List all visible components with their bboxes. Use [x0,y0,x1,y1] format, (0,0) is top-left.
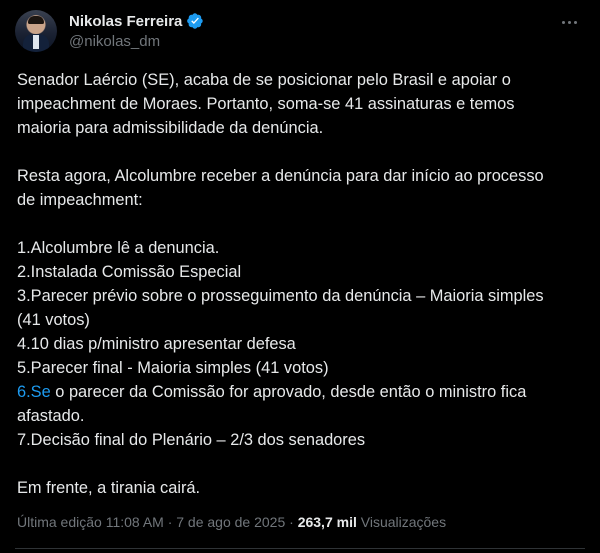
tweet-line: maioria para admissibilidade da denúncia… [17,119,324,137]
divider [15,548,585,549]
list-item: 5.Parecer final - Maioria simples (41 vo… [17,359,329,377]
edited-timestamp[interactable]: Última edição 11:08 AM · 7 de ago de 202… [17,514,298,530]
list-item-continuation: (41 votos) [17,311,90,329]
author-handle[interactable]: @nikolas_dm [69,33,160,50]
views-label: Visualizações [356,514,447,530]
views-count: 263,7 mil [297,514,357,530]
list-item-continuation: afastado. [17,407,85,425]
more-options-icon[interactable] [557,12,581,32]
verified-badge-icon[interactable] [186,12,204,30]
tweet-line: impeachment de Moraes. Portanto, soma-se… [17,95,515,113]
avatar[interactable] [15,10,57,52]
avatar-hair [28,16,44,24]
auto-link[interactable]: 6.Se [17,383,51,401]
tweet-closing: Em frente, a tirania cairá. [17,479,201,497]
list-item: 1.Alcolumbre lê a denuncia. [17,239,220,257]
tweet-line: Resta agora, Alcolumbre receber a denúnc… [17,167,544,185]
author-name-row: Nikolas Ferreira [69,12,204,30]
tweet-text: Senador Laércio (SE), acaba de se posici… [17,68,583,500]
tweet-header: Nikolas Ferreira @nikolas_dm [15,10,585,54]
avatar-shirt [33,35,39,49]
tweet-line: Senador Laércio (SE), acaba de se posici… [17,71,511,89]
list-item: 2.Instalada Comissão Especial [17,263,242,281]
list-item: 3.Parecer prévio sobre o prosseguimento … [17,287,544,305]
list-item-text: o parecer da Comissão for aprovado, desd… [50,383,527,401]
list-item: 7.Decisão final do Plenário – 2/3 dos se… [17,431,366,449]
tweet-meta: Última edição 11:08 AM · 7 de ago de 202… [17,514,446,530]
list-item: 6.Se o parecer da Comissão for aprovado,… [17,380,583,404]
list-item: 4.10 dias p/ministro apresentar defesa [17,335,296,353]
author-name[interactable]: Nikolas Ferreira [69,13,182,30]
tweet-line: de impeachment: [17,191,143,209]
